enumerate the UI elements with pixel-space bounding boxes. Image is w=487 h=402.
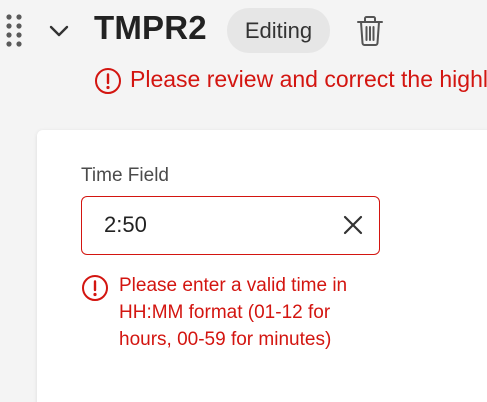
close-icon[interactable] [341,213,365,237]
section-title: TMPR2 [94,9,207,46]
time-field-error-text: Please enter a valid time in HH:MM forma… [119,275,348,350]
trash-icon[interactable] [355,15,385,47]
page: TMPR2 Editing Please review and correct … [0,0,487,402]
section-header: TMPR2 Editing Please review and correct … [0,0,487,94]
drag-handle-icon[interactable] [4,11,24,51]
validation-alert-text: Please review and correct the highlighte… [130,66,487,92]
status-badge: Editing [227,8,330,53]
time-field-input-wrapper [81,196,380,255]
validation-alert: Please review and correct the highlighte… [94,64,487,98]
chevron-down-icon[interactable] [46,20,72,42]
time-field-error: Please enter a valid time in HH:MM forma… [81,272,381,362]
time-field-label: Time Field [81,165,169,186]
time-field-input[interactable] [104,197,324,253]
alert-circle-icon [82,275,108,301]
form-card: Time Field Please enter a valid time in … [37,130,487,402]
alert-circle-icon [95,68,121,94]
